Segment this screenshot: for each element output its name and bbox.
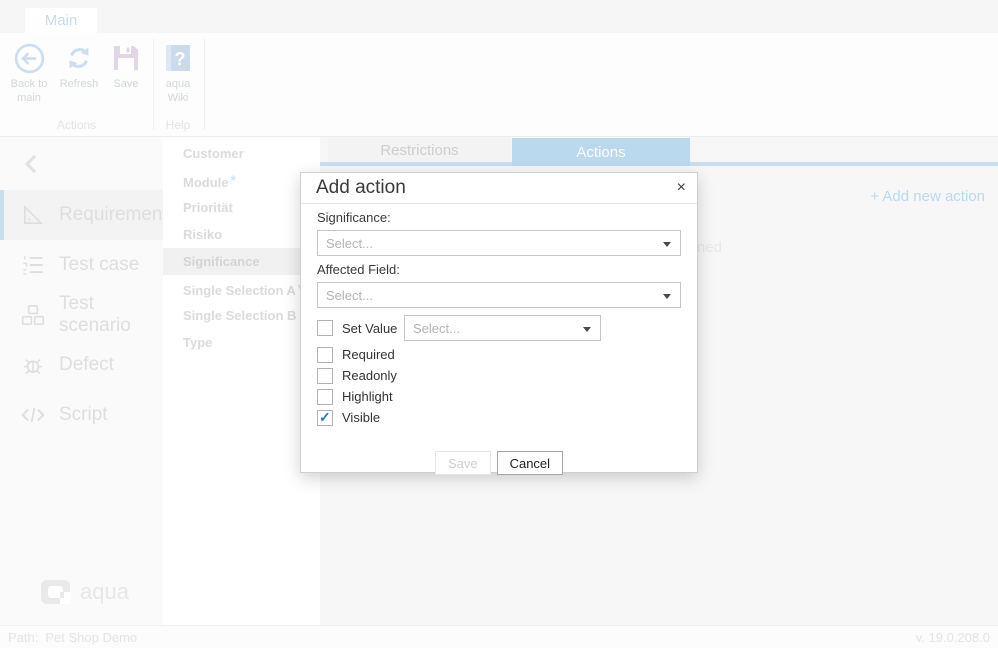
status-bar: Path: Pet Shop Demo v. 19.0.208.0 bbox=[0, 625, 998, 648]
significance-dropdown[interactable]: Select... bbox=[317, 230, 681, 256]
svg-text:?: ? bbox=[175, 49, 186, 69]
ribbon-group-help: Help bbox=[156, 118, 200, 132]
aqua-logo-text: aqua bbox=[80, 579, 129, 605]
visible-label: Visible bbox=[342, 410, 380, 425]
readonly-checkbox[interactable] bbox=[317, 368, 333, 384]
visible-row: ✓ Visible bbox=[317, 409, 681, 426]
required-row: Required bbox=[317, 346, 681, 363]
dialog-title: Add action bbox=[316, 177, 406, 199]
refresh-icon bbox=[56, 39, 102, 77]
visible-checkbox[interactable]: ✓ bbox=[317, 410, 333, 426]
bug-icon bbox=[20, 352, 46, 378]
fields-panel: Customer Module* Priorität Risiko Signif… bbox=[163, 137, 320, 625]
back-icon bbox=[6, 39, 52, 77]
test-scenario-icon bbox=[20, 302, 46, 328]
add-action-dialog: Add action × Significance: Select... Aff… bbox=[300, 172, 698, 473]
path-label: Path: bbox=[8, 630, 38, 645]
dialog-cancel-button[interactable]: Cancel bbox=[497, 451, 563, 475]
save-button[interactable]: Save bbox=[104, 39, 148, 91]
sidebar-item-script[interactable]: Script bbox=[0, 390, 163, 440]
sidebar-collapse-button[interactable] bbox=[22, 153, 39, 175]
aqua-wiki-button[interactable]: ? aqua Wiki bbox=[156, 39, 200, 105]
dialog-body: Significance: Select... Affected Field: … bbox=[301, 210, 697, 475]
affected-field-dropdown[interactable]: Select... bbox=[317, 282, 681, 308]
dialog-save-button[interactable]: Save bbox=[435, 451, 491, 475]
ribbon-separator bbox=[153, 39, 154, 130]
field-item-module[interactable]: Module* bbox=[163, 167, 320, 194]
field-item-significance[interactable]: Significance bbox=[163, 248, 320, 275]
tab-restrictions[interactable]: Restrictions bbox=[328, 138, 511, 162]
set-value-checkbox[interactable] bbox=[317, 320, 333, 336]
save-icon bbox=[104, 39, 148, 77]
field-item-customer[interactable]: Customer bbox=[163, 140, 320, 167]
back-to-main-button[interactable]: Back to main bbox=[6, 39, 52, 105]
field-item-risiko[interactable]: Risiko bbox=[163, 221, 320, 248]
required-marker: * bbox=[231, 172, 236, 188]
required-label: Required bbox=[342, 347, 395, 362]
code-icon bbox=[20, 402, 46, 428]
sidebar-item-defect[interactable]: Defect bbox=[0, 340, 163, 390]
field-item-single-selection-b[interactable]: Single Selection B bbox=[163, 302, 320, 329]
highlight-label: Highlight bbox=[342, 389, 393, 404]
ribbon-tabstrip: Main bbox=[0, 0, 998, 33]
back-to-main-label: Back to main bbox=[6, 77, 52, 105]
significance-dropdown-value: Select... bbox=[326, 236, 373, 251]
significance-label: Significance: bbox=[317, 210, 681, 225]
no-actions-text-fragment: ned bbox=[697, 239, 722, 256]
ribbon: Back to main Refresh bbox=[0, 33, 998, 137]
sidebar-item-requirement[interactable]: Requirement bbox=[0, 190, 163, 240]
dropdown-arrow-icon bbox=[663, 294, 671, 299]
readonly-row: Readonly bbox=[317, 367, 681, 384]
checkmark-icon: ✓ bbox=[319, 409, 331, 426]
close-icon[interactable]: × bbox=[677, 178, 686, 198]
aqua-wiki-label: aqua Wiki bbox=[156, 77, 200, 105]
highlight-checkbox[interactable] bbox=[317, 389, 333, 405]
field-item-prioritaet[interactable]: Priorität bbox=[163, 194, 320, 221]
set-value-dropdown[interactable]: Select... bbox=[404, 315, 601, 341]
field-item-single-selection-a[interactable]: Single Selection A* bbox=[163, 275, 320, 302]
set-value-dropdown-value: Select... bbox=[413, 321, 460, 336]
sidebar-item-test-case[interactable]: Test case bbox=[0, 240, 163, 290]
sidebar: Requirement Test case bbox=[0, 137, 163, 625]
affected-field-dropdown-value: Select... bbox=[326, 288, 373, 303]
tab-actions[interactable]: Actions bbox=[512, 138, 690, 166]
aqua-logo: aqua bbox=[40, 579, 129, 605]
test-case-icon bbox=[20, 252, 46, 278]
sidebar-nav: Requirement Test case bbox=[0, 190, 163, 440]
ribbon-tab-main[interactable]: Main bbox=[25, 8, 97, 33]
sidebar-item-label: Test scenario bbox=[59, 293, 163, 337]
sidebar-item-label: Test case bbox=[59, 254, 139, 276]
dialog-buttons: Save Cancel bbox=[317, 451, 681, 475]
affected-field-label: Affected Field: bbox=[317, 262, 681, 277]
aqua-logo-icon bbox=[40, 579, 71, 605]
save-label: Save bbox=[104, 77, 148, 91]
app-window: Main Back to main Re bbox=[0, 0, 998, 648]
add-new-action-link[interactable]: + Add new action bbox=[870, 188, 985, 205]
sidebar-item-label: Requirement bbox=[59, 204, 168, 226]
path-status: Path: Pet Shop Demo bbox=[8, 630, 137, 645]
ribbon-group-actions: Actions bbox=[0, 118, 153, 132]
version-label: v. 19.0.208.0 bbox=[916, 630, 990, 645]
chevron-left-icon bbox=[22, 153, 39, 175]
dialog-header: Add action × bbox=[301, 173, 697, 204]
dropdown-arrow-icon bbox=[583, 327, 591, 332]
set-value-label: Set Value bbox=[342, 321, 404, 336]
field-item-type[interactable]: Type bbox=[163, 329, 320, 356]
refresh-label: Refresh bbox=[56, 77, 102, 91]
refresh-button[interactable]: Refresh bbox=[56, 39, 102, 91]
ribbon-separator bbox=[204, 39, 205, 130]
requirement-icon bbox=[20, 202, 46, 228]
sidebar-item-label: Script bbox=[59, 404, 108, 426]
dropdown-arrow-icon bbox=[663, 242, 671, 247]
sidebar-item-test-scenario[interactable]: Test scenario bbox=[0, 290, 163, 340]
readonly-label: Readonly bbox=[342, 368, 397, 383]
sidebar-item-label: Defect bbox=[59, 354, 114, 376]
set-value-row: Set Value Select... bbox=[317, 314, 681, 342]
highlight-row: Highlight bbox=[317, 388, 681, 405]
path-value: Pet Shop Demo bbox=[45, 630, 137, 645]
required-checkbox[interactable] bbox=[317, 347, 333, 363]
wiki-help-icon: ? bbox=[156, 39, 200, 77]
